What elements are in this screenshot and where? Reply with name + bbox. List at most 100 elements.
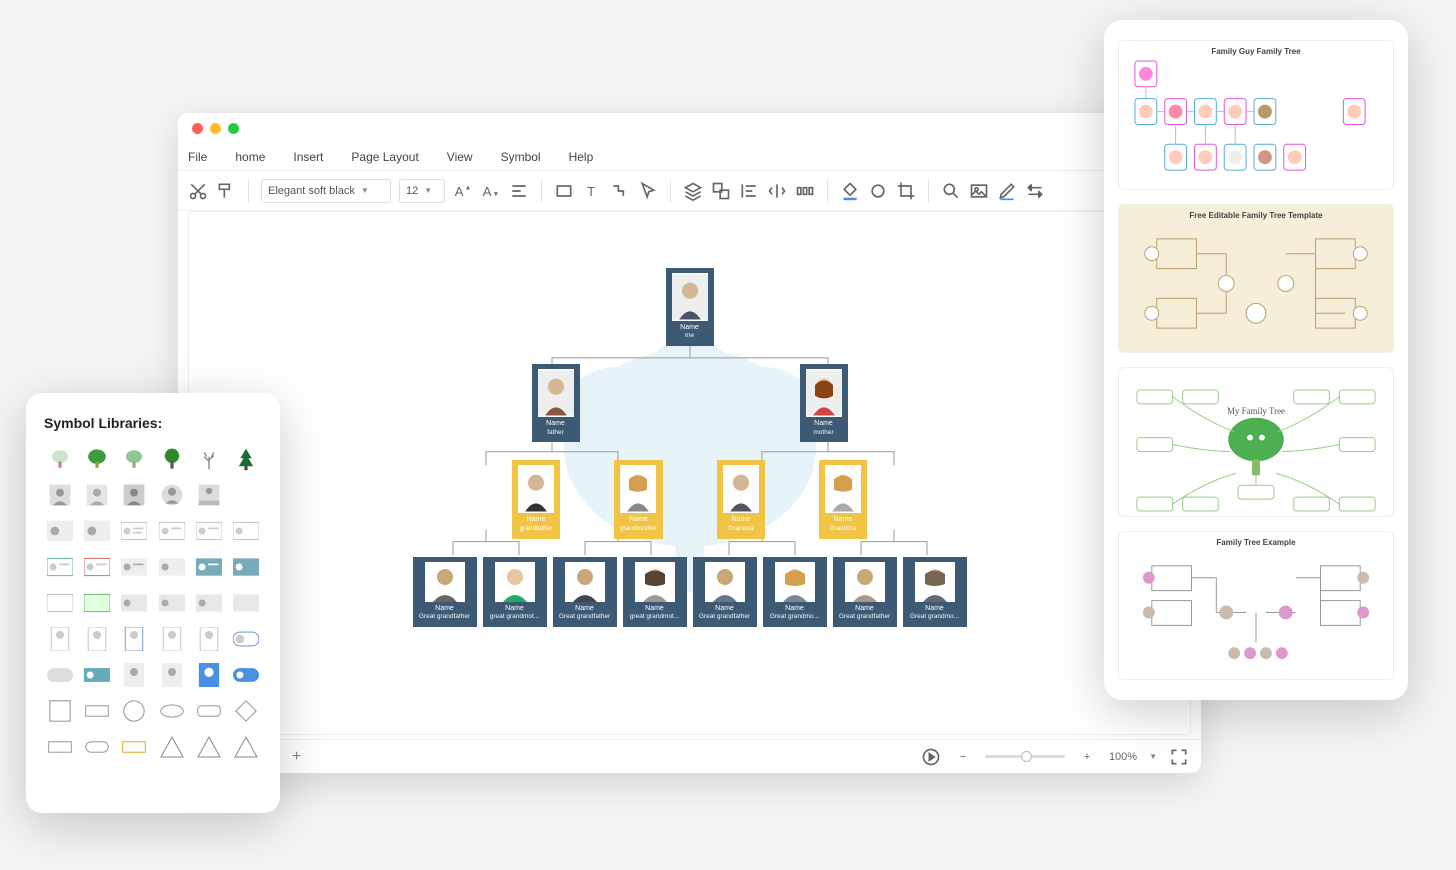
text-tool-icon[interactable]: T bbox=[582, 181, 602, 201]
symbol-card-blue-fill[interactable] bbox=[193, 661, 224, 689]
symbol-tree-green[interactable] bbox=[81, 445, 112, 473]
fill-color-icon[interactable] bbox=[840, 181, 860, 201]
connector-icon[interactable] bbox=[610, 181, 630, 201]
symbol-card-grey[interactable] bbox=[119, 589, 150, 617]
symbol-card-blue-wide[interactable] bbox=[81, 661, 112, 689]
symbol-card-tall-blue[interactable] bbox=[119, 625, 150, 653]
format-painter-icon[interactable] bbox=[216, 181, 236, 201]
symbol-rect-short[interactable] bbox=[44, 733, 75, 761]
symbol-card-wide[interactable] bbox=[193, 517, 224, 545]
maximize-icon[interactable] bbox=[228, 123, 239, 134]
member-great-grandparent[interactable]: NameGreat grandfather bbox=[413, 557, 477, 627]
symbol-avatar-tiny[interactable] bbox=[156, 661, 187, 689]
cut-icon[interactable] bbox=[188, 181, 208, 201]
symbol-avatar-small[interactable] bbox=[81, 517, 112, 545]
font-family-select[interactable]: Elegant soft black ▼ bbox=[261, 179, 391, 203]
increase-font-icon[interactable]: A▲ bbox=[453, 181, 473, 201]
member-grandparent[interactable]: Name grandfather bbox=[512, 460, 560, 538]
template-family-guy[interactable]: Family Guy Family Tree bbox=[1118, 40, 1394, 190]
fullscreen-icon[interactable] bbox=[1169, 747, 1189, 767]
pen-icon[interactable] bbox=[997, 181, 1017, 201]
symbol-avatar-square[interactable] bbox=[81, 481, 112, 509]
group-icon[interactable] bbox=[711, 181, 731, 201]
symbol-card-blue-fill[interactable] bbox=[193, 553, 224, 581]
menu-symbol[interactable]: Symbol bbox=[501, 150, 541, 164]
symbol-tree-bare[interactable] bbox=[193, 445, 224, 473]
zoom-thumb[interactable] bbox=[1021, 751, 1032, 762]
symbol-card-grey[interactable] bbox=[119, 553, 150, 581]
member-grandparent[interactable]: Name Grandma bbox=[819, 460, 867, 538]
member-great-grandparent[interactable]: NameGreat grandfather bbox=[833, 557, 897, 627]
symbol-card-outline[interactable] bbox=[44, 589, 75, 617]
symbol-card-grey[interactable] bbox=[193, 589, 224, 617]
menu-help[interactable]: Help bbox=[569, 150, 594, 164]
member-great-grandparent[interactable]: NameGreat grandfather bbox=[553, 557, 617, 627]
symbol-triangle[interactable] bbox=[156, 733, 187, 761]
menu-page-layout[interactable]: Page Layout bbox=[351, 150, 418, 164]
menu-insert[interactable]: Insert bbox=[293, 150, 323, 164]
close-icon[interactable] bbox=[192, 123, 203, 134]
distribute-icon[interactable] bbox=[795, 181, 815, 201]
symbol-pill[interactable] bbox=[81, 733, 112, 761]
symbol-card-blue-fill[interactable] bbox=[231, 553, 262, 581]
template-free-editable[interactable]: Free Editable Family Tree Template bbox=[1118, 204, 1394, 354]
canvas[interactable]: Name me Name father Name mother bbox=[188, 211, 1191, 735]
symbol-card-green[interactable] bbox=[81, 589, 112, 617]
symbol-card-grey[interactable] bbox=[231, 589, 262, 617]
member-father[interactable]: Name father bbox=[532, 364, 580, 442]
minimize-icon[interactable] bbox=[210, 123, 221, 134]
flip-icon[interactable] bbox=[767, 181, 787, 201]
symbol-card-wide[interactable] bbox=[119, 517, 150, 545]
symbol-card-grey[interactable] bbox=[156, 589, 187, 617]
search-icon[interactable] bbox=[941, 181, 961, 201]
symbol-card-tall[interactable] bbox=[156, 625, 187, 653]
member-great-grandparent[interactable]: Namegreat grandmot... bbox=[483, 557, 547, 627]
symbol-pill-blue[interactable] bbox=[231, 661, 262, 689]
member-great-grandparent[interactable]: NameGreat grandmo... bbox=[903, 557, 967, 627]
symbol-tree-light[interactable] bbox=[44, 445, 75, 473]
member-grandparent[interactable]: Name grandmother bbox=[614, 460, 663, 538]
layers-icon[interactable] bbox=[683, 181, 703, 201]
symbol-square[interactable] bbox=[44, 697, 75, 725]
symbol-avatar-round[interactable] bbox=[156, 481, 187, 509]
zoom-out-icon[interactable]: − bbox=[953, 747, 973, 767]
template-family-tree-example[interactable]: Family Tree Example bbox=[1118, 531, 1394, 681]
symbol-triangle[interactable] bbox=[193, 733, 224, 761]
menu-view[interactable]: View bbox=[447, 150, 473, 164]
shape-style-icon[interactable] bbox=[868, 181, 888, 201]
symbol-rounded-rect[interactable] bbox=[193, 697, 224, 725]
symbol-card-blue[interactable] bbox=[44, 553, 75, 581]
symbol-rect-outline[interactable] bbox=[119, 733, 150, 761]
symbol-card-tall[interactable] bbox=[193, 625, 224, 653]
more-icon[interactable] bbox=[1025, 181, 1045, 201]
align-left-objects-icon[interactable] bbox=[739, 181, 759, 201]
symbol-tree-full[interactable] bbox=[156, 445, 187, 473]
symbol-card-pill[interactable] bbox=[231, 625, 262, 653]
symbol-avatar-tiny[interactable] bbox=[119, 661, 150, 689]
symbol-avatar-small[interactable] bbox=[44, 517, 75, 545]
pointer-icon[interactable] bbox=[638, 181, 658, 201]
align-icon[interactable] bbox=[509, 181, 529, 201]
symbol-card-wide[interactable] bbox=[156, 517, 187, 545]
symbol-card-tall[interactable] bbox=[44, 625, 75, 653]
member-great-grandparent[interactable]: Namegreat grandmot... bbox=[623, 557, 687, 627]
symbol-card-grey[interactable] bbox=[156, 553, 187, 581]
symbol-avatar-square[interactable] bbox=[44, 481, 75, 509]
font-size-select[interactable]: 12 ▼ bbox=[399, 179, 445, 203]
template-my-family-tree[interactable]: My Family Tree bbox=[1118, 367, 1394, 517]
symbol-ellipse[interactable] bbox=[156, 697, 187, 725]
decrease-font-icon[interactable]: A▼ bbox=[481, 181, 501, 201]
symbol-triangle[interactable] bbox=[231, 733, 262, 761]
symbol-pine-tree[interactable] bbox=[231, 445, 262, 473]
symbol-avatar-square[interactable] bbox=[119, 481, 150, 509]
menu-file[interactable]: File bbox=[188, 150, 207, 164]
member-great-grandparent[interactable]: NameGreat grandmo... bbox=[763, 557, 827, 627]
play-icon[interactable] bbox=[921, 747, 941, 767]
member-me[interactable]: Name me bbox=[666, 268, 714, 346]
symbol-card-tall[interactable] bbox=[81, 625, 112, 653]
add-page-button[interactable]: + bbox=[287, 748, 305, 766]
crop-icon[interactable] bbox=[896, 181, 916, 201]
symbol-diamond[interactable] bbox=[231, 697, 262, 725]
symbol-rectangle[interactable] bbox=[81, 697, 112, 725]
member-mother[interactable]: Name mother bbox=[800, 364, 848, 442]
